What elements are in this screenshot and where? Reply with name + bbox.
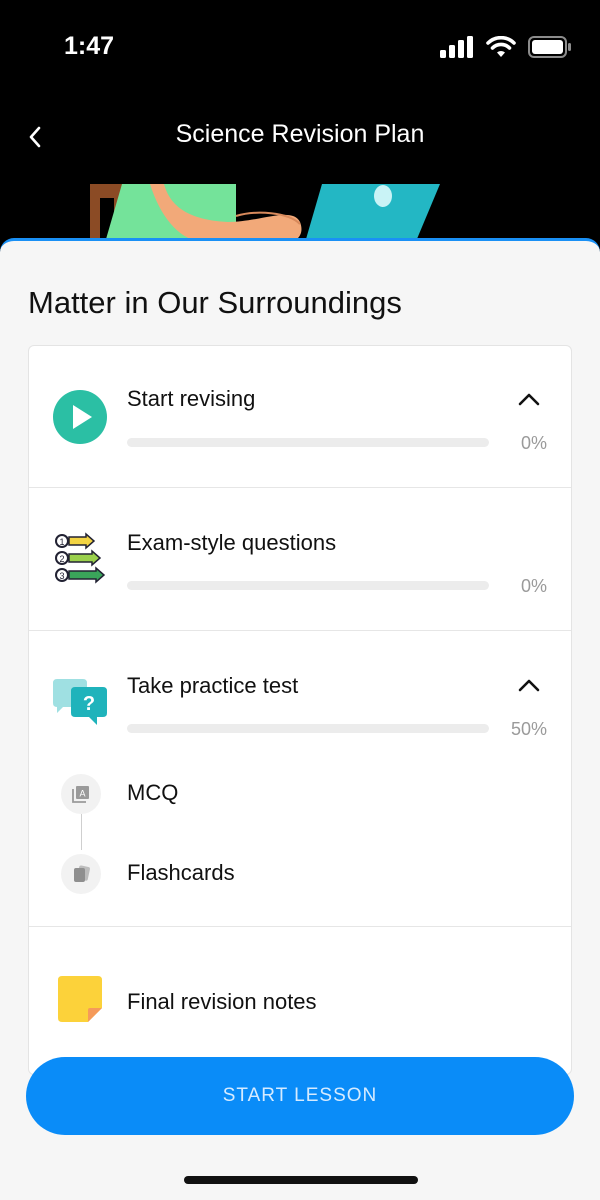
svg-text:2: 2: [59, 554, 64, 564]
progress-percent: 0%: [520, 433, 547, 453]
svg-text:3: 3: [59, 571, 64, 581]
plan-item-practice-test[interactable]: ? Take practice test 50% A MCQ Flashcard…: [29, 631, 571, 927]
sub-item-label: MCQ: [127, 780, 179, 805]
wifi-icon: [486, 36, 516, 57]
status-bar: 1:47: [0, 0, 600, 96]
numbered-steps-icon: 1 2 3: [51, 530, 109, 588]
sticky-note-icon: [51, 971, 109, 1029]
status-time: 1:47: [64, 32, 115, 60]
progress-bar: [127, 581, 489, 590]
play-icon: [51, 388, 109, 446]
home-indicator: [184, 1176, 418, 1184]
chapter-title: Matter in Our Surroundings: [28, 285, 402, 320]
progress-percent: 50%: [510, 719, 547, 739]
chevron-up-icon[interactable]: [515, 676, 543, 696]
svg-text:A: A: [79, 789, 85, 799]
start-lesson-button[interactable]: START LESSON: [26, 1057, 574, 1135]
sub-item-label: Flashcards: [127, 860, 235, 885]
status-icons: [440, 36, 572, 58]
page-title: Science Revision Plan: [175, 120, 425, 148]
nav-header: Science Revision Plan: [0, 96, 600, 176]
signal-icon: [440, 36, 473, 58]
plan-item-final-notes[interactable]: Final revision notes: [29, 927, 571, 1074]
chevron-up-icon[interactable]: [515, 390, 543, 410]
svg-text:?: ?: [83, 693, 95, 715]
plan-item-title: Exam-style questions: [127, 530, 337, 555]
progress-bar: [127, 724, 489, 733]
sub-item-mcq[interactable]: A MCQ: [29, 764, 571, 824]
progress-percent: 0%: [520, 576, 547, 596]
header-illustration: [0, 176, 600, 246]
plan-item-title: Final revision notes: [127, 989, 317, 1014]
progress-bar: [127, 438, 489, 447]
plan-item-start-revising[interactable]: Start revising 0%: [29, 346, 571, 488]
battery-icon: [528, 36, 571, 58]
flashcards-icon: [61, 854, 101, 894]
svg-text:1: 1: [59, 537, 64, 547]
plan-item-title: Take practice test: [127, 673, 299, 698]
content-sheet: Matter in Our Surroundings Start revisin…: [0, 238, 600, 1200]
plan-item-title: Start revising: [127, 386, 256, 411]
mcq-icon: A: [61, 774, 101, 814]
question-chat-icon: ?: [51, 675, 109, 733]
revision-plan-card: Start revising 0% 1 2 3 Exam-style quest…: [28, 345, 572, 1075]
plan-item-exam-questions[interactable]: 1 2 3 Exam-style questions 0%: [29, 488, 571, 631]
sub-item-flashcards[interactable]: Flashcards: [29, 844, 571, 904]
